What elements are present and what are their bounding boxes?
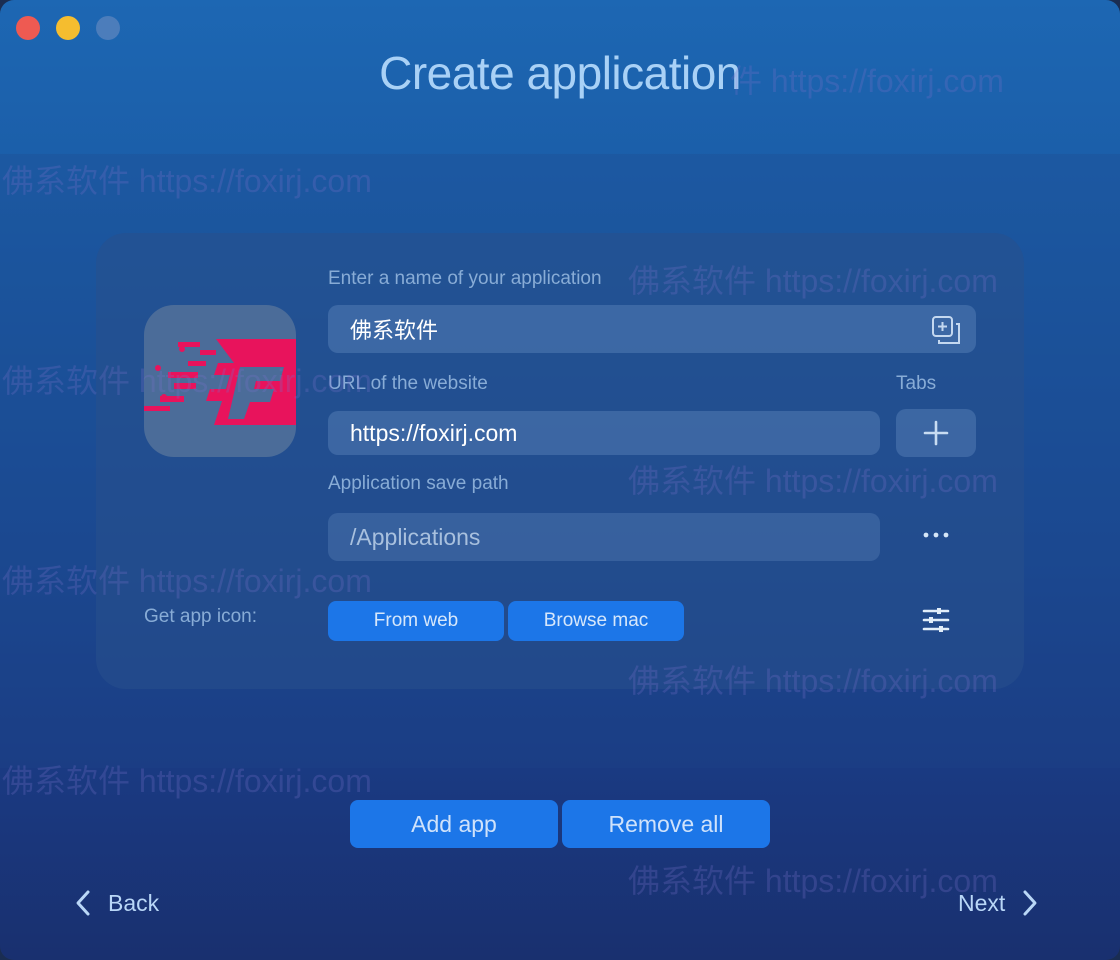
save-path-field[interactable]: /Applications (328, 513, 880, 561)
watermark: 佛系软件 https://foxirj.com (628, 863, 998, 899)
app-name-label: Enter a name of your application (328, 268, 602, 289)
plus-icon (923, 420, 949, 446)
tabs-label: Tabs (896, 373, 937, 394)
chevron-right-icon (1023, 890, 1037, 916)
copy-plus-icon[interactable] (930, 314, 962, 346)
app-name-value: 佛系软件 (350, 319, 439, 344)
app-window: Create application Enter a name of your … (0, 0, 1120, 960)
save-path-label: Application save path (328, 473, 509, 494)
remove-all-button[interactable]: Remove all (562, 800, 770, 848)
ellipsis-icon[interactable] (918, 524, 954, 546)
chevron-left-icon (76, 890, 90, 916)
next-label: Next (958, 889, 1006, 916)
back-button[interactable]: Back (72, 886, 159, 920)
url-label: URL of the website (328, 373, 488, 394)
url-value: https://foxirj.com (350, 419, 518, 446)
close-window-button[interactable] (16, 16, 40, 40)
save-path-value: /Applications (350, 523, 481, 550)
add-app-button[interactable]: Add app (350, 800, 558, 848)
zoom-window-button[interactable] (96, 16, 120, 40)
add-tab-button[interactable] (896, 409, 976, 457)
next-button[interactable]: Next (958, 886, 1041, 920)
back-label: Back (108, 889, 160, 916)
from-web-button[interactable]: From web (328, 601, 504, 641)
url-field[interactable]: https://foxirj.com (328, 411, 880, 455)
app-icon-preview[interactable] (144, 305, 296, 457)
get-icon-label: Get app icon: (144, 606, 258, 627)
app-name-field[interactable]: 佛系软件 (328, 305, 976, 353)
browse-mac-button[interactable]: Browse mac (508, 601, 684, 641)
sliders-icon[interactable] (920, 604, 952, 636)
app-logo (144, 339, 296, 425)
minimize-window-button[interactable] (56, 16, 80, 40)
page-title: Create application (379, 47, 741, 99)
